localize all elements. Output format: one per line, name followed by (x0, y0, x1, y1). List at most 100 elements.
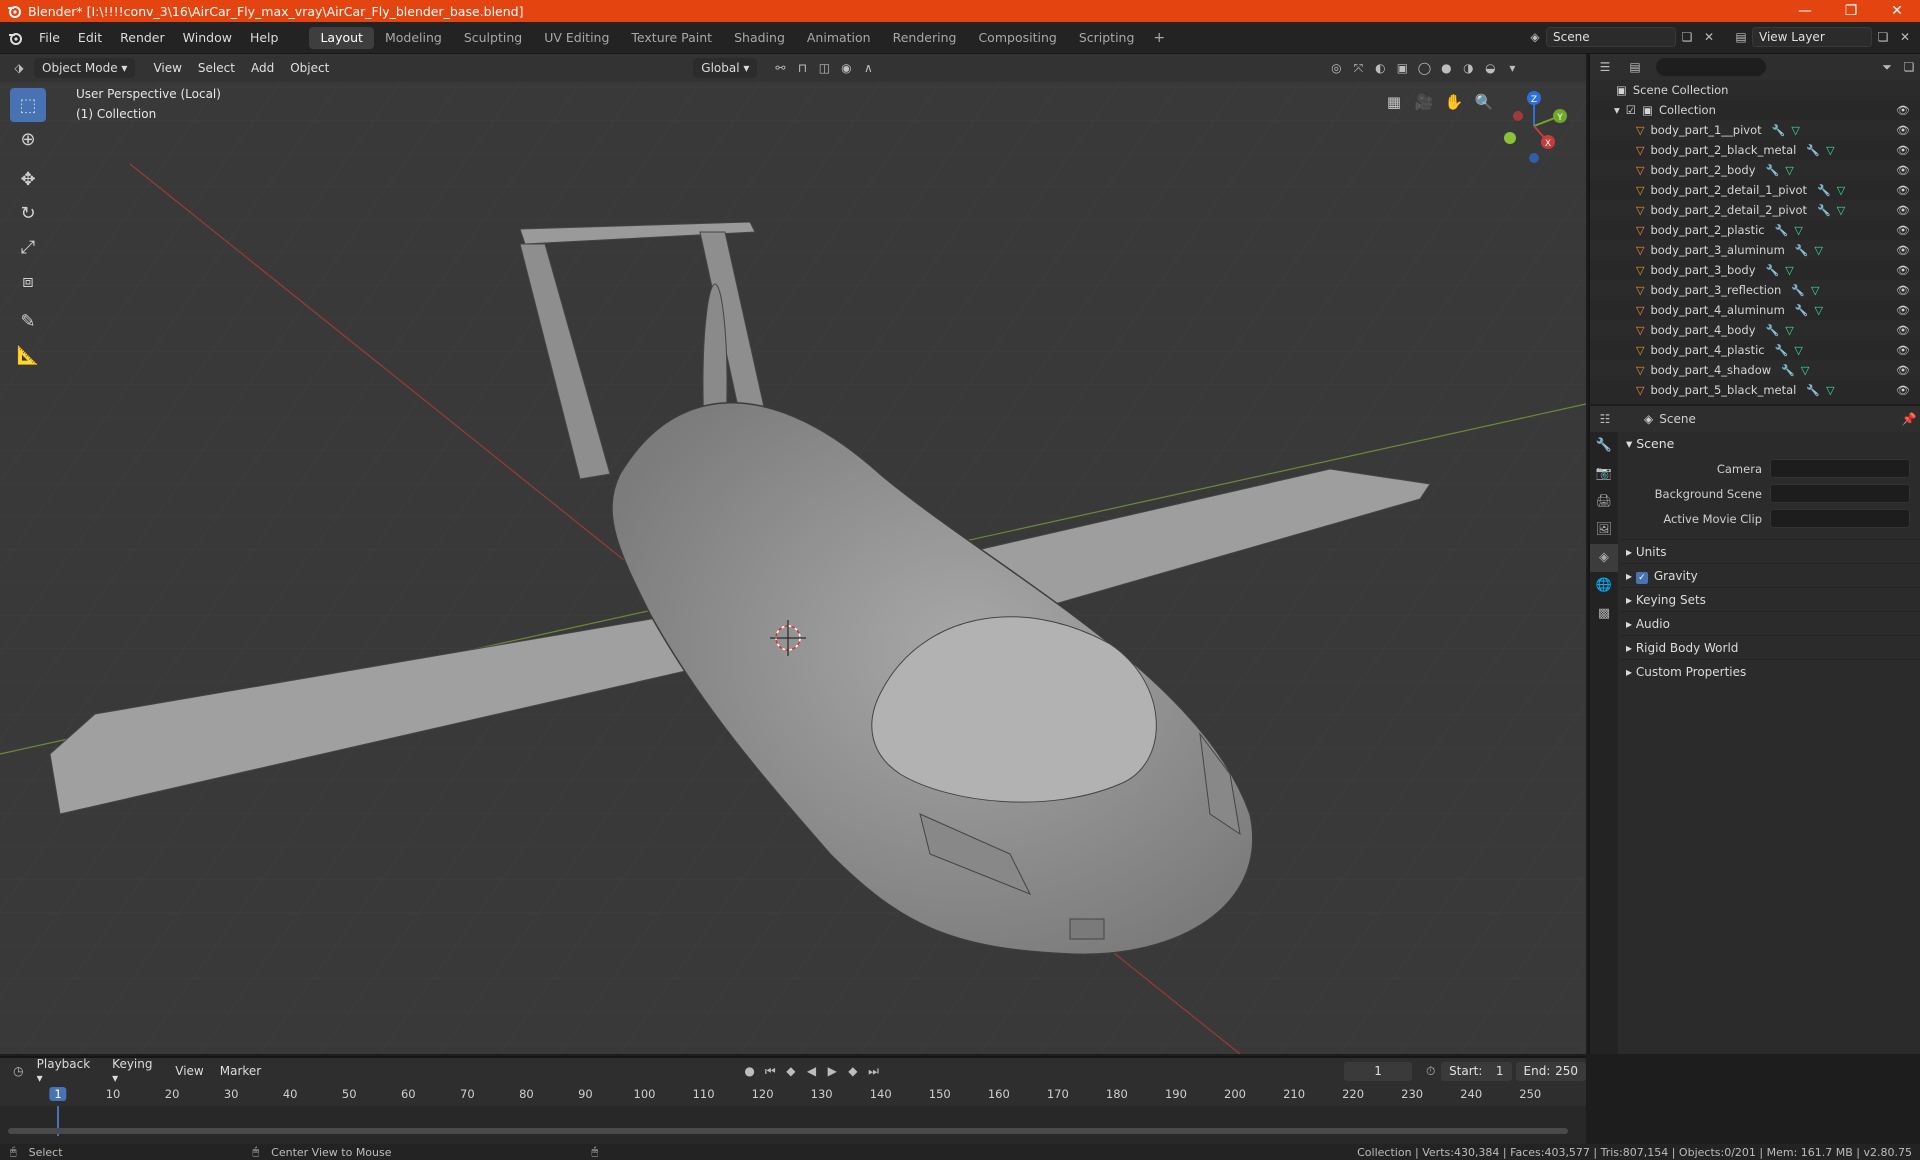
xray-icon[interactable]: ▣ (1391, 57, 1413, 79)
pan-hand-icon[interactable]: ✋ (1440, 88, 1468, 116)
play-reverse-icon[interactable]: ◀ (801, 1060, 822, 1082)
falloff-icon[interactable]: ∧ (857, 57, 879, 79)
tab-modeling[interactable]: Modeling (374, 27, 453, 49)
modifier-icon[interactable]: 🔧 (1766, 164, 1780, 177)
mesh-data-icon[interactable]: ▽ (1814, 304, 1822, 317)
tool-tab-icon[interactable]: 🔧 (1590, 432, 1618, 460)
custom-properties-panel[interactable]: ▸ Custom Properties (1620, 659, 1920, 683)
jump-start-icon[interactable]: ⏮ (760, 1060, 781, 1082)
render-tab-icon[interactable]: 📷 (1590, 460, 1618, 488)
overlays-icon[interactable]: ◐ (1369, 57, 1391, 79)
eye-icon[interactable]: 👁 (1896, 164, 1910, 177)
maximize-button[interactable]: ❐ (1828, 0, 1874, 22)
tab-uv-editing[interactable]: UV Editing (533, 27, 620, 49)
outliner-search-input[interactable] (1656, 58, 1766, 76)
modifier-icon[interactable]: 🔧 (1795, 244, 1809, 257)
gravity-checkbox[interactable]: ✓ (1635, 572, 1648, 584)
eye-icon[interactable]: 👁 (1896, 284, 1910, 297)
outliner-item[interactable]: ▽ body_part_2_detail_1_pivot 🔧 ▽ 👁 (1590, 180, 1920, 200)
tab-compositing[interactable]: Compositing (967, 27, 1067, 49)
outliner-item[interactable]: ▽ body_part_4_body 🔧 ▽ 👁 (1590, 320, 1920, 340)
tab-scripting[interactable]: Scripting (1068, 27, 1146, 49)
eye-icon[interactable]: 👁 (1896, 304, 1910, 317)
outliner-item[interactable]: ▽ body_part_2_plastic 🔧 ▽ 👁 (1590, 220, 1920, 240)
timeline-menu-playback[interactable]: Playback ▾ (29, 1057, 105, 1085)
mesh-data-icon[interactable]: ▽ (1801, 364, 1809, 377)
scene-icon[interactable]: ◈ (1524, 26, 1546, 48)
3d-viewport[interactable]: ⬗ Object Mode ▾ View Select Add Object G… (0, 54, 1586, 1054)
eye-icon[interactable]: 👁 (1896, 324, 1910, 337)
rotate-tool-icon[interactable]: ↻ (10, 196, 46, 230)
camera-field[interactable] (1770, 459, 1910, 478)
background-scene-field[interactable] (1770, 484, 1910, 503)
grid-view-icon[interactable]: ▦ (1380, 88, 1408, 116)
scene-panel-header[interactable]: ▾ Scene (1620, 432, 1920, 456)
mesh-data-icon[interactable]: ▽ (1826, 384, 1834, 397)
outliner-item[interactable]: ▽ body_part_2_detail_2_pivot 🔧 ▽ 👁 (1590, 200, 1920, 220)
view-layer-field[interactable]: View Layer (1752, 27, 1872, 47)
current-frame-indicator[interactable]: 1 (49, 1087, 67, 1101)
outliner-item[interactable]: ▽ body_part_2_body 🔧 ▽ 👁 (1590, 160, 1920, 180)
world-tab-icon[interactable]: 🌐 (1590, 572, 1618, 600)
rendered-shading-icon[interactable]: ◒ (1479, 57, 1501, 79)
timeline-menu-keying[interactable]: Keying ▾ (104, 1057, 167, 1085)
end-frame-field[interactable]: End: 250 (1515, 1061, 1586, 1081)
viewport-menu-select[interactable]: Select (190, 61, 243, 75)
eye-icon[interactable]: 👁 (1896, 184, 1910, 197)
start-frame-field[interactable]: Start: 1 (1441, 1061, 1512, 1081)
keying-sets-panel[interactable]: ▸ Keying Sets (1620, 587, 1920, 611)
eye-icon[interactable]: 👁 (1896, 344, 1910, 357)
mesh-data-icon[interactable]: ▽ (1794, 344, 1802, 357)
scene-tab-icon[interactable]: ◈ (1590, 544, 1618, 572)
mesh-data-icon[interactable]: ▽ (1837, 184, 1845, 197)
menu-file[interactable]: File (30, 30, 69, 45)
outliner-item[interactable]: ▽ body_part_4_aluminum 🔧 ▽ 👁 (1590, 300, 1920, 320)
tab-texture-paint[interactable]: Texture Paint (620, 27, 723, 49)
modifier-icon[interactable]: 🔧 (1775, 224, 1789, 237)
snap-icon[interactable]: ⊓ (791, 57, 813, 79)
proportional-edit-icon[interactable]: ◉ (835, 57, 857, 79)
outliner-item[interactable]: ▽ body_part_5_black_metal 🔧 ▽ 👁 (1590, 380, 1920, 400)
editor-type-icon[interactable]: ⬗ (8, 57, 30, 79)
gravity-panel[interactable]: ▸ ✓ Gravity (1620, 563, 1920, 587)
jump-end-icon[interactable]: ⏭ (863, 1060, 884, 1082)
next-keyframe-icon[interactable]: ◆ (843, 1060, 864, 1082)
viewport-menu-object[interactable]: Object (282, 61, 337, 75)
tab-layout[interactable]: Layout (309, 26, 374, 49)
object-mode-dropdown[interactable]: Object Mode ▾ (34, 58, 136, 78)
rigid-body-world-panel[interactable]: ▸ Rigid Body World (1620, 635, 1920, 659)
eye-icon[interactable]: 👁 (1896, 144, 1910, 157)
scene-name-field[interactable]: Scene (1546, 27, 1676, 47)
collection-row[interactable]: ▾ ☑ ▣ Collection 👁 (1590, 100, 1920, 120)
units-panel[interactable]: ▸ Units (1620, 539, 1920, 563)
mesh-data-icon[interactable]: ▽ (1814, 244, 1822, 257)
mesh-data-icon[interactable]: ▽ (1826, 144, 1834, 157)
modifier-icon[interactable]: 🔧 (1772, 124, 1786, 137)
display-mode-icon[interactable]: ▤ (1624, 56, 1646, 78)
timeline-menu-view[interactable]: View (167, 1064, 211, 1078)
scene-collection-row[interactable]: ▣ Scene Collection (1590, 80, 1920, 100)
material-shading-icon[interactable]: ◑ (1457, 57, 1479, 79)
modifier-icon[interactable]: 🔧 (1817, 204, 1831, 217)
play-icon[interactable]: ▶ (822, 1060, 843, 1082)
delete-view-layer-icon[interactable]: ✕ (1894, 26, 1916, 48)
new-view-layer-icon[interactable]: ❏ (1872, 26, 1894, 48)
modifier-icon[interactable]: 🔧 (1766, 264, 1780, 277)
modifier-icon[interactable]: 🔧 (1775, 344, 1789, 357)
current-frame-field[interactable]: 1 (1343, 1061, 1413, 1081)
add-workspace-icon[interactable]: + (1145, 30, 1173, 46)
modifier-icon[interactable]: 🔧 (1806, 144, 1820, 157)
active-movie-clip-field[interactable] (1770, 509, 1910, 528)
select-box-tool-icon[interactable]: ⬚ (10, 88, 46, 122)
prev-keyframe-icon[interactable]: ◆ (781, 1060, 802, 1082)
outliner-editor-icon[interactable]: ☰ (1594, 56, 1616, 78)
menu-help[interactable]: Help (241, 30, 288, 45)
modifier-icon[interactable]: 🔧 (1781, 364, 1795, 377)
modifier-icon[interactable]: 🔧 (1806, 384, 1820, 397)
pin-icon[interactable]: 📌 (1898, 408, 1920, 430)
transform-orientation-dropdown[interactable]: Global ▾ (693, 58, 758, 78)
outliner-item[interactable]: ▽ body_part_3_aluminum 🔧 ▽ 👁 (1590, 240, 1920, 260)
zoom-icon[interactable]: 🔍 (1470, 88, 1498, 116)
outliner-item[interactable]: ▽ body_part_2_black_metal 🔧 ▽ 👁 (1590, 140, 1920, 160)
timeline-scrollbar[interactable] (8, 1128, 1568, 1134)
